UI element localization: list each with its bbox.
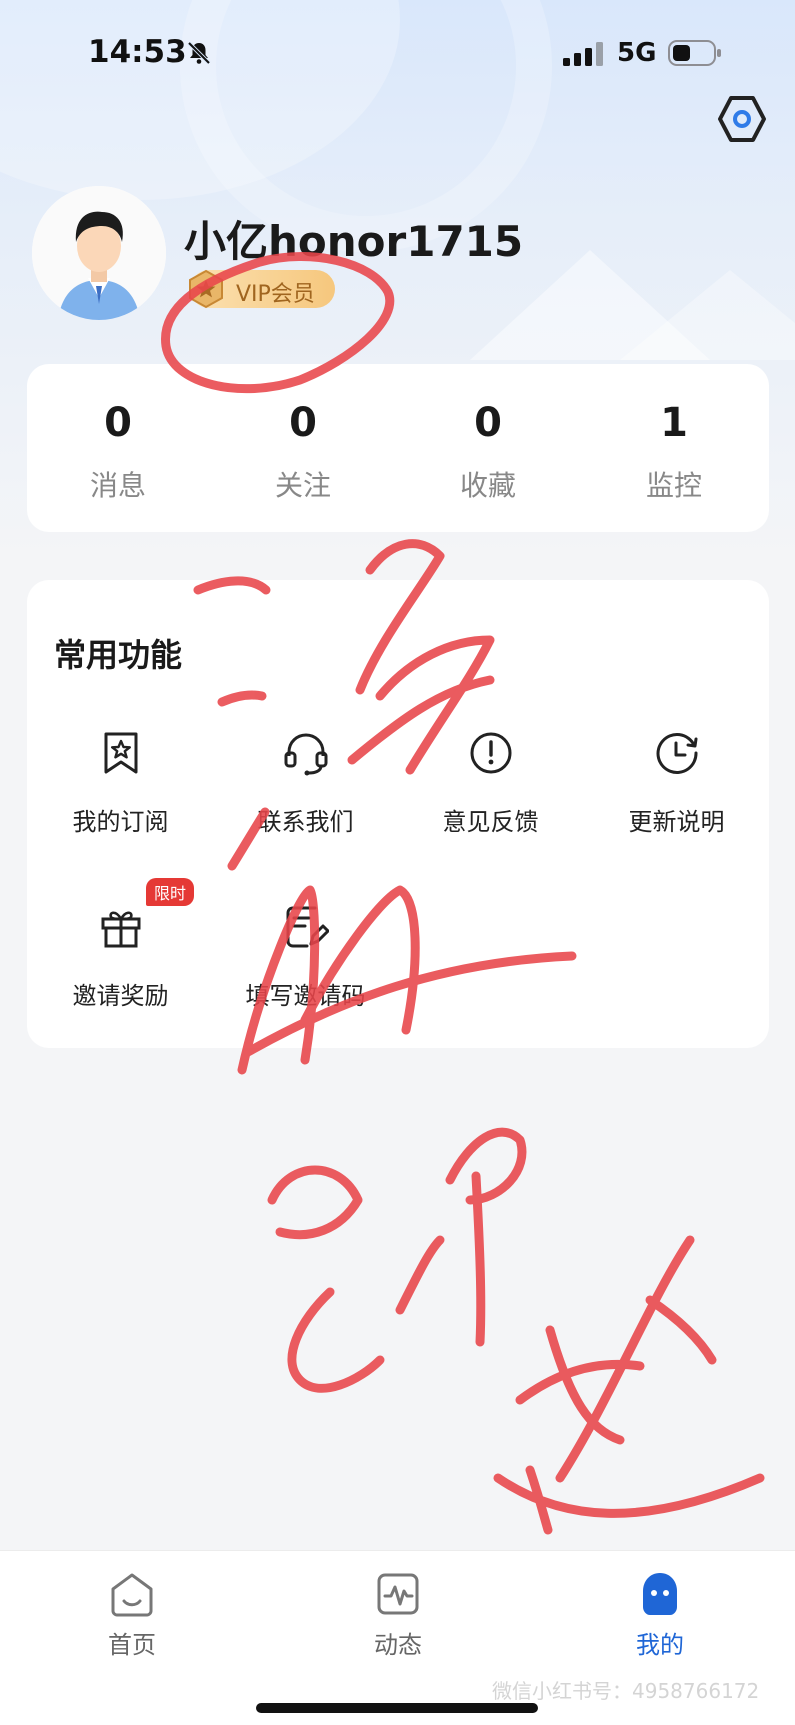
invite-reward-button[interactable]: 限时 邀请奖励 [28,878,213,1054]
bottom-tab-bar: 首页 动态 我的 微信小红书号：4958766172 [0,1550,795,1725]
stat-messages[interactable]: 0 消息 [28,364,208,532]
feedback-button[interactable]: 意见反馈 [398,730,583,880]
contact-us-button[interactable]: 联系我们 [213,730,398,880]
avatar-icon [32,186,166,320]
function-label: 意见反馈 [442,808,539,836]
signal-icon [563,42,603,66]
stats-card: 0 消息 0 关注 0 收藏 1 监控 [27,364,769,532]
tab-label: 首页 [108,1631,156,1659]
activity-icon [377,1573,419,1615]
settings-icon[interactable] [717,94,767,144]
stat-monitor[interactable]: 1 监控 [584,364,764,532]
headset-icon [284,733,328,776]
edit-document-icon [286,906,329,948]
vip-label: VIP会员 [236,282,315,307]
vip-badge[interactable]: VIP会员 [189,269,335,309]
tab-activity[interactable]: 动态 [318,1571,478,1661]
feedback-icon [470,732,512,774]
tab-label: 我的 [636,1631,684,1659]
stat-label: 消息 [89,469,146,502]
status-bar: 14:53 5G [0,0,795,100]
stat-label: 关注 [274,469,331,502]
stat-following[interactable]: 0 关注 [213,364,393,532]
stat-value: 1 [660,400,688,446]
home-icon [111,1573,153,1617]
stat-value: 0 [289,400,317,446]
stat-favorites[interactable]: 0 收藏 [398,364,578,532]
watermark: 微信小红书号：4958766172 [492,1679,760,1703]
function-label: 填写邀请码 [245,982,366,1010]
stat-label: 收藏 [459,469,516,502]
update-notes-button[interactable]: 更新说明 [584,730,769,880]
profile-icon [643,1573,677,1615]
subscription-icon [104,732,138,774]
bell-off-icon [187,41,211,65]
section-title: 常用功能 [54,636,183,674]
stat-label: 监控 [645,469,702,502]
clock-icon [656,733,698,774]
tab-profile[interactable]: 我的 [580,1571,740,1661]
tab-home[interactable]: 首页 [52,1571,212,1661]
network-label: 5G [617,38,657,68]
avatar[interactable] [32,186,166,320]
my-subscription-button[interactable]: 我的订阅 [28,730,213,880]
limited-time-badge: 限时 [146,878,195,906]
stat-value: 0 [474,400,502,446]
home-indicator [256,1703,538,1713]
vip-star-icon [189,269,223,309]
function-label: 联系我们 [257,808,354,836]
gift-icon [101,911,141,948]
username: 小亿honor1715 [184,217,524,266]
battery-icon [668,40,721,66]
function-label: 更新说明 [628,808,725,836]
status-time: 14:53 [88,34,187,70]
function-label: 我的订阅 [72,808,169,836]
stat-value: 0 [104,400,132,446]
function-label: 邀请奖励 [72,982,169,1010]
common-functions-card: 常用功能 我的订阅 联系我们 意见反馈 更新说明 限时 邀请奖励 填写邀请码 [27,580,769,1048]
tab-label: 动态 [374,1631,422,1659]
enter-invite-code-button[interactable]: 填写邀请码 [213,904,398,1054]
